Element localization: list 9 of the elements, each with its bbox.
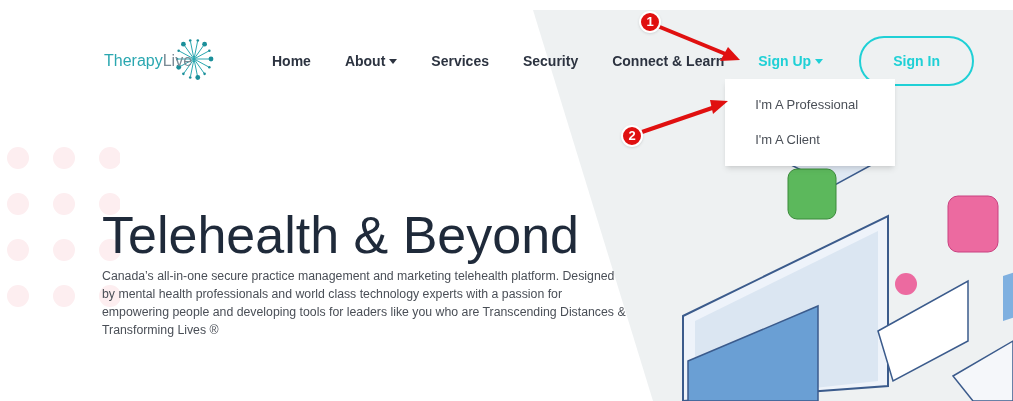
nav-link[interactable]: Services bbox=[431, 50, 489, 72]
nav-link[interactable]: Home bbox=[272, 50, 311, 72]
menu-item[interactable]: I'm A Professional bbox=[725, 86, 896, 122]
hero-description: Canada’s all-in-one secure practice management and marketing telehealth platform. Designed by mental health professionals and world class technology experts with a passion for empowering people and developing tools for leaders like you who are Transcending Distances & Transforming Lives ® bbox=[102, 268, 627, 339]
nav-link[interactable]: Security bbox=[522, 50, 579, 72]
hero-title: Telehealth & Beyond bbox=[102, 207, 580, 263]
nav-link[interactable]: About bbox=[344, 50, 398, 72]
nav-link[interactable]: Connect & Learn bbox=[612, 50, 725, 72]
menu-item[interactable]: I'm A Client bbox=[725, 122, 896, 158]
